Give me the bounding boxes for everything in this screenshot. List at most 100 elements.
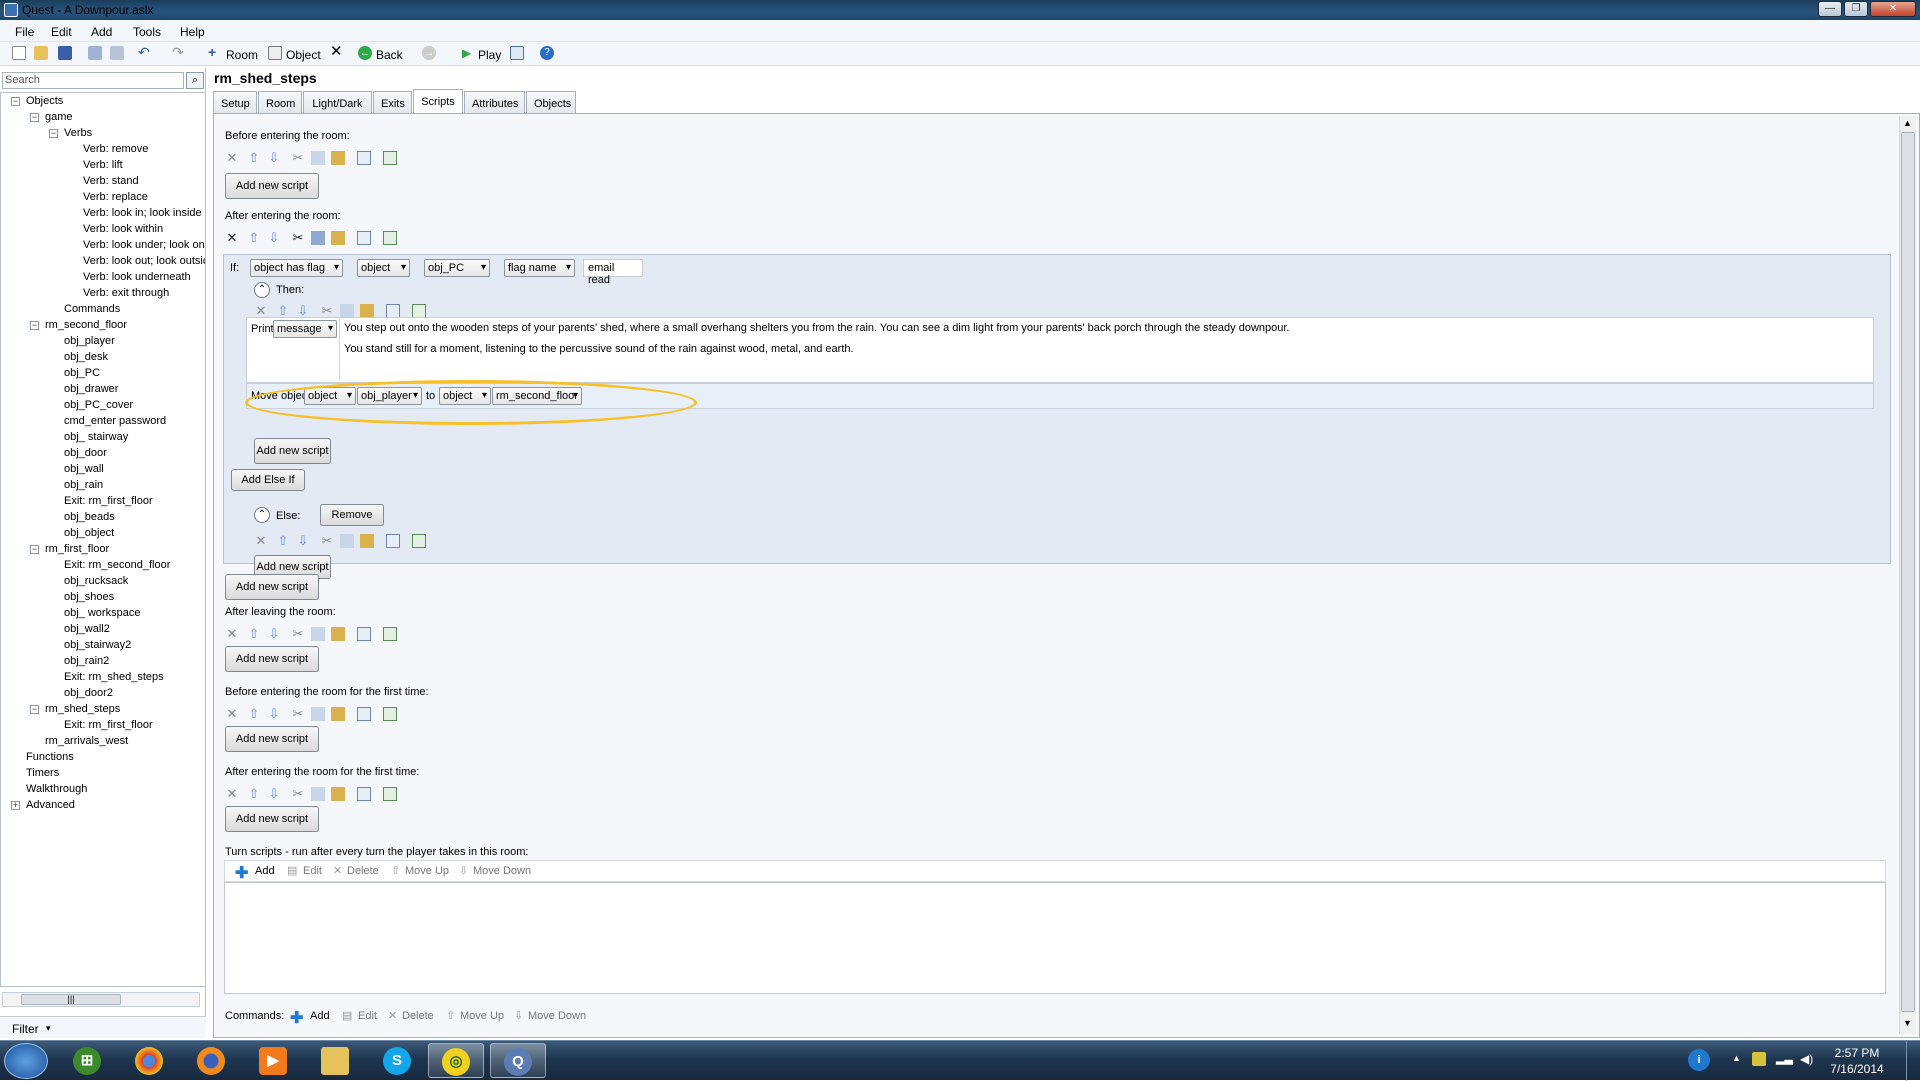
- add-new-script-button[interactable]: Add new script: [225, 574, 319, 600]
- delete-icon[interactable]: ✕: [330, 44, 344, 60]
- tree-objects[interactable]: Objects: [26, 93, 63, 109]
- copy-icon[interactable]: [311, 231, 325, 245]
- turn-scripts-list[interactable]: [224, 882, 1886, 994]
- add-new-script-button[interactable]: Add new script: [254, 438, 331, 464]
- taskbar-skype[interactable]: S: [370, 1043, 426, 1078]
- tab-objects[interactable]: Objects: [526, 91, 576, 113]
- add-object-button[interactable]: Object: [286, 48, 321, 62]
- maximize-button[interactable]: ❐: [1844, 1, 1868, 17]
- code-view-icon[interactable]: [510, 46, 524, 60]
- collapse-else-icon[interactable]: ⌃: [254, 507, 270, 523]
- collapse-toggle-icon[interactable]: −: [30, 705, 39, 714]
- tree-item[interactable]: Verb: look underneath: [83, 269, 191, 285]
- move-down-icon[interactable]: ⇩: [267, 231, 281, 245]
- move-down-icon[interactable]: ⇩: [267, 151, 281, 165]
- tree-item[interactable]: obj_ stairway: [64, 429, 128, 445]
- paste-icon[interactable]: [331, 231, 345, 245]
- tree-item[interactable]: obj_drawer: [64, 381, 118, 397]
- code-view-icon[interactable]: [357, 151, 371, 165]
- network-signal-icon[interactable]: ▂▃: [1776, 1052, 1793, 1066]
- tree-advanced[interactable]: Advanced: [26, 797, 75, 813]
- copy-icon[interactable]: [340, 304, 354, 318]
- menu-edit[interactable]: Edit: [51, 25, 72, 39]
- tree-item[interactable]: obj_wall: [64, 461, 104, 477]
- copy-icon[interactable]: [311, 787, 325, 801]
- tree-item[interactable]: Exit: rm_first_floor: [64, 493, 153, 509]
- edit-turn-script-button[interactable]: Edit: [303, 865, 322, 877]
- code-view-icon[interactable]: [357, 627, 371, 641]
- tree-item[interactable]: Verb: look within: [83, 221, 163, 237]
- tree-item[interactable]: Exit: rm_first_floor: [64, 717, 153, 733]
- remove-else-button[interactable]: Remove: [320, 504, 384, 526]
- cut-icon[interactable]: ✂: [291, 627, 305, 641]
- taskbar-media-player[interactable]: ▶: [246, 1043, 302, 1078]
- move-up-icon[interactable]: ⇧: [276, 534, 290, 548]
- tree-item[interactable]: obj_beads: [64, 509, 115, 525]
- delete-icon[interactable]: ✕: [254, 304, 268, 318]
- popout-icon[interactable]: [412, 534, 426, 548]
- system-clock[interactable]: 2:57 PM 7/16/2014: [1826, 1045, 1888, 1077]
- close-window-button[interactable]: ✕: [1870, 1, 1916, 17]
- copy-icon[interactable]: [311, 627, 325, 641]
- delete-turn-script-button[interactable]: Delete: [347, 865, 379, 877]
- delete-command-button[interactable]: Delete: [402, 1010, 434, 1022]
- popout-icon[interactable]: [383, 627, 397, 641]
- tray-app-icon[interactable]: [1752, 1052, 1766, 1066]
- message-textarea[interactable]: You step out onto the wooden steps of yo…: [339, 318, 1869, 380]
- tree-room-selected[interactable]: rm_shed_steps: [45, 701, 120, 717]
- delete-icon[interactable]: ✕: [225, 151, 239, 165]
- code-view-icon[interactable]: [357, 231, 371, 245]
- tab-light-dark[interactable]: Light/Dark: [303, 91, 372, 113]
- move-up-icon[interactable]: ⇧: [276, 304, 290, 318]
- paste-icon[interactable]: [331, 787, 345, 801]
- tree-item[interactable]: obj_rain: [64, 477, 103, 493]
- add-command-button[interactable]: Add: [310, 1010, 330, 1022]
- tree-item[interactable]: obj_ workspace: [64, 605, 140, 621]
- tree-timers[interactable]: Timers: [26, 765, 59, 781]
- save-icon[interactable]: [58, 46, 72, 60]
- paste-icon[interactable]: [110, 46, 124, 60]
- paste-icon[interactable]: [331, 707, 345, 721]
- add-new-script-button[interactable]: Add new script: [225, 726, 319, 752]
- move-down-turn-script-button[interactable]: Move Down: [473, 865, 531, 877]
- tray-expand-icon[interactable]: ▲: [1732, 1053, 1741, 1063]
- collapse-toggle-icon[interactable]: −: [11, 97, 20, 106]
- cut-icon[interactable]: ✂: [291, 231, 305, 245]
- delete-icon[interactable]: ✕: [225, 787, 239, 801]
- tree-item[interactable]: obj_door2: [64, 685, 113, 701]
- tab-attributes[interactable]: Attributes: [464, 91, 525, 113]
- popout-icon[interactable]: [383, 707, 397, 721]
- new-file-icon[interactable]: [12, 46, 26, 60]
- menu-add[interactable]: Add: [91, 25, 112, 39]
- tree-item[interactable]: Verb: look out; look outsic: [83, 253, 205, 269]
- redo-icon[interactable]: ↷: [172, 45, 186, 60]
- paste-icon[interactable]: [360, 534, 374, 548]
- collapse-toggle-icon[interactable]: −: [30, 113, 39, 122]
- copy-icon[interactable]: [88, 46, 102, 60]
- tree-item[interactable]: obj_door: [64, 445, 107, 461]
- condition-type-dropdown[interactable]: object has flag: [250, 259, 343, 277]
- scroll-thumb[interactable]: [1901, 132, 1915, 1012]
- open-folder-icon[interactable]: [34, 46, 48, 60]
- tree-item[interactable]: Exit: rm_second_floor: [64, 557, 170, 573]
- cut-icon[interactable]: ✂: [291, 707, 305, 721]
- add-else-if-button[interactable]: Add Else If: [231, 469, 305, 491]
- popout-icon[interactable]: [383, 231, 397, 245]
- copy-icon[interactable]: [311, 707, 325, 721]
- tree-game[interactable]: game: [45, 109, 73, 125]
- tree-horizontal-scrollbar[interactable]: |||: [2, 992, 200, 1007]
- condition-object-type-dropdown[interactable]: object: [357, 259, 410, 277]
- collapse-toggle-icon[interactable]: −: [30, 321, 39, 330]
- tree-item[interactable]: Exit: rm_shed_steps: [64, 669, 164, 685]
- copy-icon[interactable]: [311, 151, 325, 165]
- move-up-command-button[interactable]: Move Up: [460, 1010, 504, 1022]
- tree-item[interactable]: Verb: replace: [83, 189, 148, 205]
- move-up-icon[interactable]: ⇧: [247, 151, 261, 165]
- move-up-icon[interactable]: ⇧: [247, 627, 261, 641]
- tab-scripts[interactable]: Scripts: [413, 89, 463, 114]
- print-type-dropdown[interactable]: message: [273, 320, 337, 338]
- popout-icon[interactable]: [412, 304, 426, 318]
- undo-icon[interactable]: ↶: [138, 45, 152, 60]
- delete-icon[interactable]: ✕: [225, 231, 239, 245]
- tree-item[interactable]: obj_rain2: [64, 653, 109, 669]
